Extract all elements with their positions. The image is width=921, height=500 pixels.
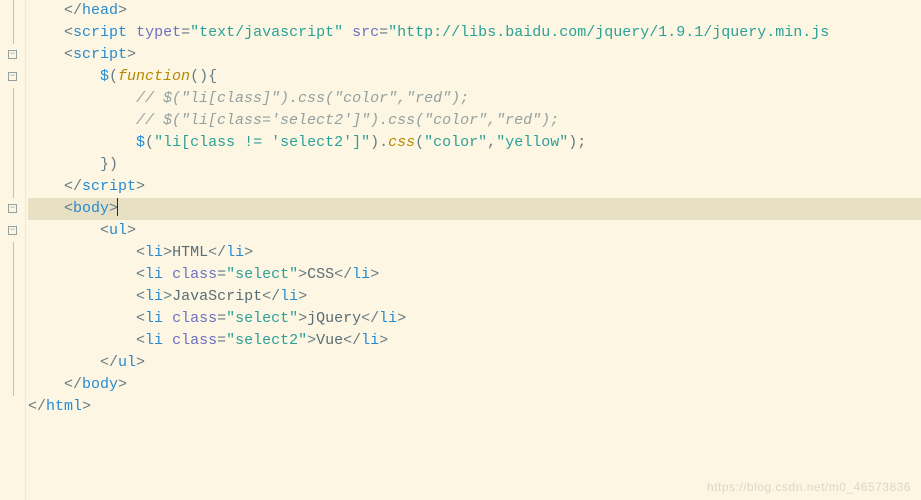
code-line[interactable]: </body> [28,374,921,396]
code-line[interactable]: // $("li[class]").css("color","red"); [28,88,921,110]
gutter-row [0,396,25,418]
gutter-row [0,352,25,374]
watermark: https://blog.csdn.net/m0_46573836 [707,480,911,494]
fold-open-icon[interactable]: − [8,72,17,81]
code-line[interactable]: <li class="select">CSS</li> [28,264,921,286]
code-line[interactable]: </head> [28,0,921,22]
gutter-row: − [0,220,25,242]
gutter-row [0,374,25,396]
code-line-active[interactable]: <body> [28,198,921,220]
gutter-row: − [0,66,25,88]
gutter-row [0,308,25,330]
code-line[interactable]: <li class="select">jQuery</li> [28,308,921,330]
gutter-row [0,242,25,264]
code-line[interactable]: <li>HTML</li> [28,242,921,264]
code-line[interactable]: <li>JavaScript</li> [28,286,921,308]
code-editor[interactable]: − − − − </head> <script typet="text/java… [0,0,921,500]
gutter-row [0,132,25,154]
code-line[interactable]: </script> [28,176,921,198]
gutter-row: − [0,198,25,220]
code-line[interactable]: <li class="select2">Vue</li> [28,330,921,352]
fold-gutter: − − − − [0,0,26,500]
gutter-row [0,88,25,110]
code-line[interactable]: <script> [28,44,921,66]
code-line[interactable]: $(function(){ [28,66,921,88]
fold-open-icon[interactable]: − [8,226,17,235]
fold-open-icon[interactable]: − [8,50,17,59]
gutter-row [0,0,25,22]
code-line[interactable]: <ul> [28,220,921,242]
code-line[interactable]: $("li[class != 'select2']").css("color",… [28,132,921,154]
text-cursor [117,198,118,216]
gutter-row [0,176,25,198]
gutter-row: − [0,44,25,66]
gutter-row [0,110,25,132]
gutter-row [0,154,25,176]
gutter-row [0,330,25,352]
code-area[interactable]: </head> <script typet="text/javascript" … [26,0,921,500]
code-line[interactable]: <script typet="text/javascript" src="htt… [28,22,921,44]
gutter-row [0,264,25,286]
code-line[interactable]: }) [28,154,921,176]
fold-open-icon[interactable]: − [8,204,17,213]
code-line[interactable]: </html> [28,396,921,418]
gutter-row [0,22,25,44]
gutter-row [0,286,25,308]
code-line[interactable]: </ul> [28,352,921,374]
code-line[interactable]: // $("li[class='select2']").css("color",… [28,110,921,132]
